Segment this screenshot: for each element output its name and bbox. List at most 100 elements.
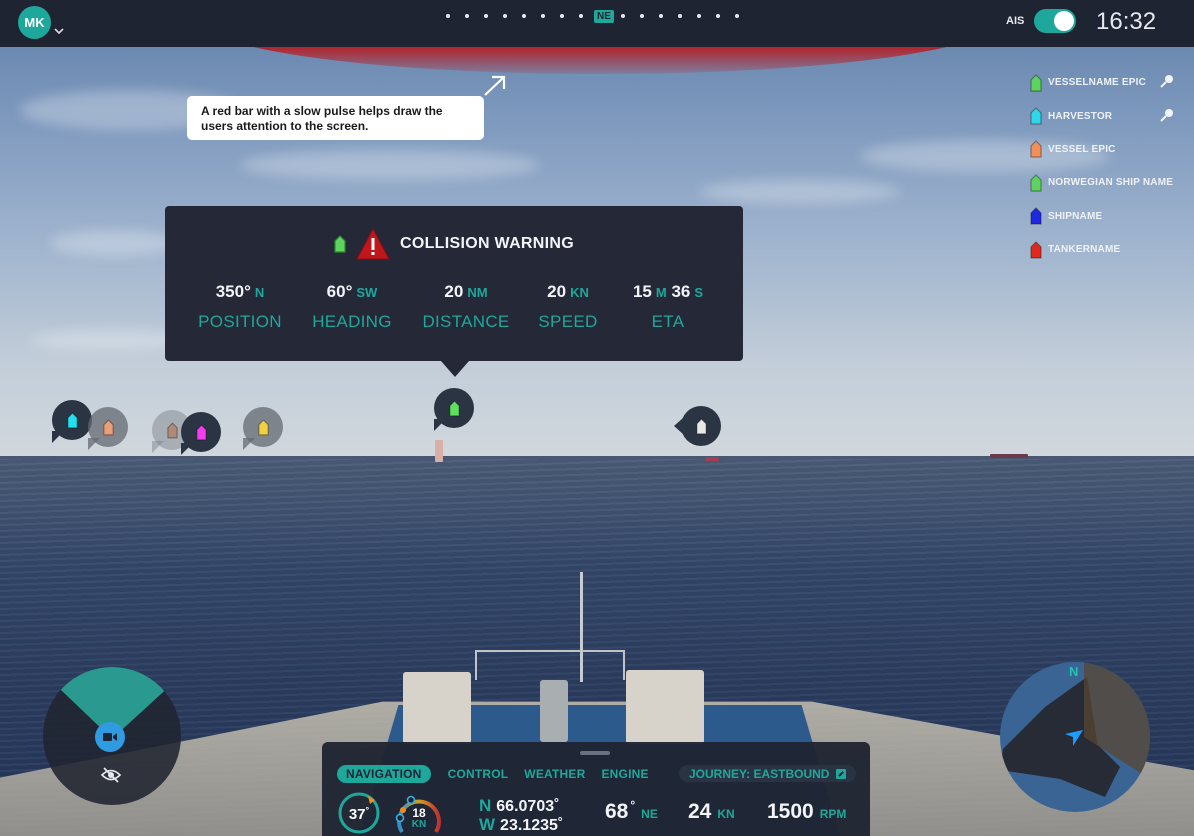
annotation-callout: A red bar with a slow pulse helps draw t… bbox=[187, 96, 484, 140]
latitude-value: 66.0703˚ bbox=[496, 798, 560, 815]
compass-tick bbox=[483, 14, 488, 18]
vessel-name: VESSELNAME EPIC bbox=[1048, 77, 1147, 89]
rudder-angle-value: 37 bbox=[348, 806, 366, 823]
marker-tail bbox=[181, 443, 193, 455]
marker-tail bbox=[52, 431, 64, 443]
user-avatar[interactable]: MK bbox=[18, 6, 51, 39]
own-ship-arrow-icon bbox=[1065, 730, 1083, 746]
ais-vessel-marker[interactable] bbox=[434, 388, 474, 431]
edit-icon bbox=[836, 768, 847, 779]
vessel-icon bbox=[166, 421, 178, 438]
vessel-icon bbox=[1030, 107, 1042, 125]
vessel-list-item[interactable]: SHIPNAME bbox=[1030, 200, 1180, 233]
vessel-icon bbox=[334, 235, 346, 253]
vessel-list-item[interactable]: HARVESTOR bbox=[1030, 99, 1180, 132]
stat-label: SPEED bbox=[538, 312, 598, 331]
speed-unit: KN bbox=[717, 807, 735, 821]
ship-structure bbox=[626, 670, 704, 744]
cloud bbox=[700, 180, 900, 204]
eye-off-icon[interactable] bbox=[100, 767, 122, 787]
vessel-icon bbox=[1030, 73, 1042, 92]
stat-heading: 60° SW HEADING bbox=[295, 282, 409, 332]
ship-structure bbox=[540, 680, 568, 742]
ais-vessel-marker[interactable] bbox=[88, 407, 128, 450]
speed-readout: 24 KN bbox=[688, 800, 735, 824]
pin-icon[interactable] bbox=[1160, 74, 1174, 91]
stat-value: 20 bbox=[444, 282, 464, 301]
clock: 16:32 bbox=[1096, 8, 1157, 35]
ais-vessel-marker[interactable] bbox=[674, 406, 721, 446]
collision-stats: 350° N POSITION 60° SW HEADING 20 NM DISTAN… bbox=[185, 282, 723, 332]
stat-label: HEADING bbox=[312, 312, 392, 331]
compass-tick bbox=[502, 14, 507, 18]
tab-navigation[interactable]: NAVIGATION bbox=[337, 765, 431, 783]
stat-label: ETA bbox=[651, 312, 685, 331]
tab-engine[interactable]: ENGINE bbox=[601, 767, 648, 781]
vessel-icon bbox=[1030, 207, 1042, 225]
navigation-dashboard: NAVIGATION CONTROL WEATHER ENGINE JOURNEY: … bbox=[322, 742, 870, 836]
distant-ship bbox=[705, 457, 719, 461]
vessel-icon bbox=[66, 411, 78, 428]
compass-tick bbox=[621, 14, 626, 18]
camera-button[interactable] bbox=[95, 722, 125, 752]
vessel-name: VESSEL EPIC bbox=[1048, 143, 1116, 155]
top-bar: MK NE AIS 16:32 bbox=[0, 0, 1194, 47]
stat-unit: NM bbox=[467, 285, 488, 300]
speed-min-handle bbox=[395, 813, 405, 823]
heading-dir: NE bbox=[641, 807, 658, 821]
ship-rail bbox=[475, 650, 625, 680]
compass-tick bbox=[521, 14, 526, 18]
journey-label: JOURNEY: EASTBOUND bbox=[689, 766, 830, 781]
vessel-list-item[interactable]: VESSELNAME EPIC bbox=[1030, 66, 1180, 99]
vessel-list-item[interactable]: NORWEGIAN SHIP NAME bbox=[1030, 166, 1180, 199]
user-initials: MK bbox=[24, 15, 45, 30]
ais-label: AIS bbox=[1006, 15, 1025, 27]
stat-unit: S bbox=[694, 285, 704, 300]
coordinates: N 66.0703˚ W 23.1235˚ bbox=[479, 797, 563, 835]
vessel-name: NORWEGIAN SHIP NAME bbox=[1048, 177, 1174, 189]
dashboard-tabs: NAVIGATION CONTROL WEATHER ENGINE bbox=[337, 765, 665, 783]
tab-control[interactable]: CONTROL bbox=[448, 767, 509, 781]
vessel-list-item[interactable]: VESSEL EPIC bbox=[1030, 133, 1180, 166]
collision-warning-title: COLLISION WARNING bbox=[400, 235, 574, 252]
ais-toggle[interactable] bbox=[1034, 9, 1076, 33]
vessel-icon bbox=[695, 417, 707, 434]
longitude-value: 23.1235˚ bbox=[500, 817, 564, 834]
distant-ship bbox=[990, 454, 1028, 458]
rpm-readout: 1500 RPM bbox=[767, 800, 846, 824]
warning-triangle-icon bbox=[356, 228, 390, 260]
tab-weather[interactable]: WEATHER bbox=[524, 767, 585, 781]
marker-tail bbox=[152, 441, 164, 453]
chevron-down-icon[interactable] bbox=[54, 26, 64, 38]
vessel-icon bbox=[102, 418, 114, 435]
stat-label: DISTANCE bbox=[422, 312, 510, 331]
compass-tick bbox=[678, 14, 683, 18]
collision-warning-panel: COLLISION WARNING 350° N POSITION 60° SW H… bbox=[165, 206, 743, 377]
stat-value: 350° bbox=[215, 282, 251, 301]
cloud bbox=[50, 230, 180, 256]
longitude-dir: W bbox=[479, 815, 496, 834]
ais-vessel-marker[interactable] bbox=[52, 400, 92, 443]
vessel-icon bbox=[1030, 174, 1042, 192]
compass-tick bbox=[697, 14, 702, 18]
rpm-unit: RPM bbox=[819, 807, 847, 821]
heading-readout: 68 ° NE bbox=[605, 798, 658, 824]
stat-value: 20 bbox=[547, 282, 567, 301]
stat-unit: N bbox=[254, 285, 265, 300]
vessel-list-item[interactable]: TANKERNAME bbox=[1030, 233, 1180, 266]
ais-vessel-marker[interactable] bbox=[243, 407, 283, 450]
compass-heading-strip: NE bbox=[438, 8, 747, 24]
compass-tick bbox=[578, 14, 583, 18]
compass-heading-badge: NE bbox=[594, 9, 614, 23]
compass-tick bbox=[735, 14, 740, 18]
ais-vessel-marker[interactable] bbox=[181, 412, 221, 455]
drag-handle[interactable] bbox=[580, 751, 610, 755]
pin-icon[interactable] bbox=[1160, 108, 1174, 125]
camera-direction-control[interactable] bbox=[43, 667, 181, 805]
stat-value: 15 bbox=[632, 282, 652, 301]
minimap[interactable]: N bbox=[1000, 662, 1150, 812]
stat-position: 350° N POSITION bbox=[185, 282, 295, 332]
journey-button[interactable]: JOURNEY: EASTBOUND bbox=[679, 765, 857, 782]
video-camera-icon bbox=[103, 733, 117, 741]
compass-tick bbox=[659, 14, 664, 18]
